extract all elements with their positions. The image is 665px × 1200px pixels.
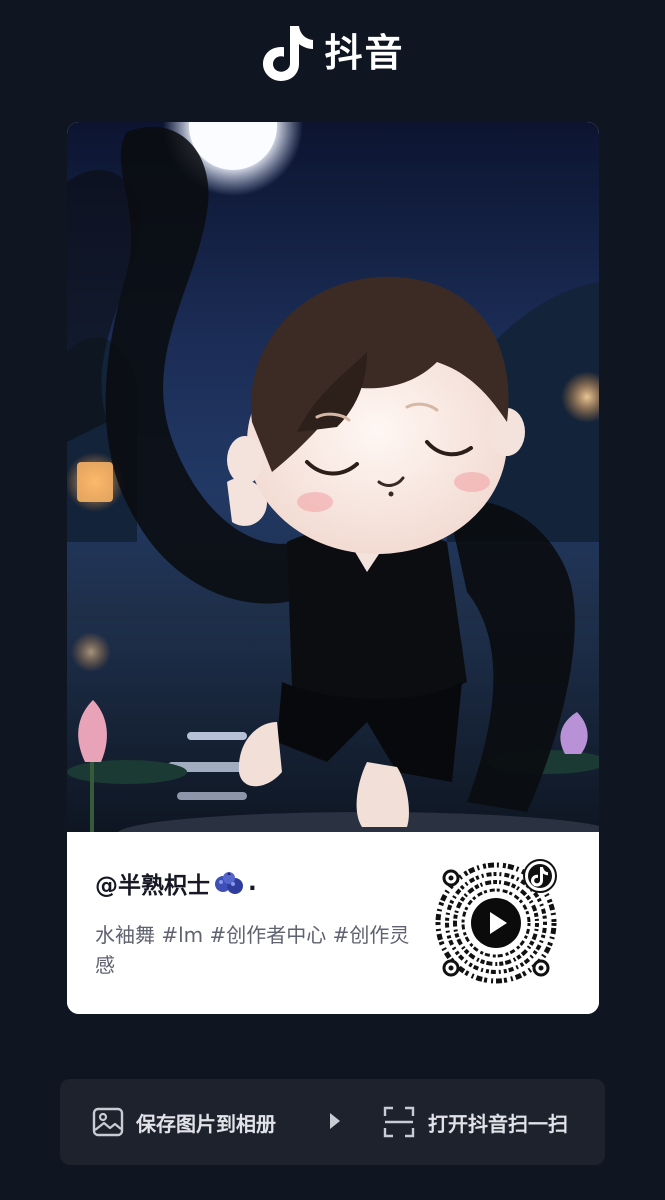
image-icon [92,1107,124,1137]
douyin-logo: 抖音 [0,22,665,84]
username-text: @半熟枳士 [95,873,210,899]
douyin-note-icon [263,26,314,81]
author-username[interactable]: @半熟枳士 . [95,866,257,900]
dancing-plush-doll-image [67,122,599,832]
douyin-qr-code-icon [432,859,560,987]
save-image-button[interactable]: 保存图片到相册 [92,1079,276,1165]
video-info-panel: @半熟枳士 . 水袖舞 #lm #创作者中心 #创作灵感 [67,832,599,1014]
open-scan-label: 打开抖音扫一扫 [428,1111,568,1136]
share-card: @半熟枳士 . 水袖舞 #lm #创作者中心 #创作灵感 [67,122,599,1014]
open-douyin-scan-button[interactable]: 打开抖音扫一扫 [382,1079,568,1165]
username-suffix: . [248,870,257,896]
save-image-label: 保存图片到相册 [136,1111,276,1136]
scan-frame-icon [383,1106,415,1138]
video-caption: 水袖舞 #lm #创作者中心 #创作灵感 [95,923,410,977]
play-triangle-icon [330,1113,340,1129]
blueberries-icon [214,870,244,896]
brand-name: 抖音 [324,31,405,75]
action-bar: 保存图片到相册 打开抖音扫一扫 [60,1079,605,1165]
